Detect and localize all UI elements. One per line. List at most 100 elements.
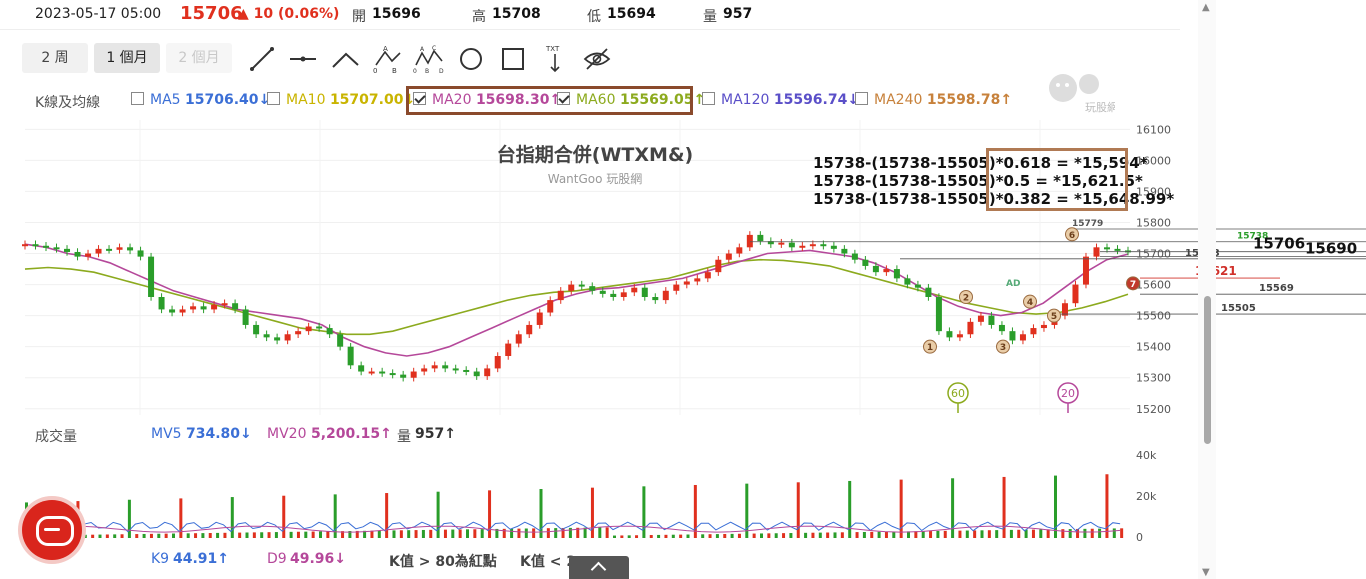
angle-tool-icon[interactable] — [328, 43, 362, 75]
scrollbar[interactable] — [1198, 0, 1216, 579]
mv5-name: MV5 — [151, 426, 182, 442]
ma10-toggle[interactable]: MA10 15707.00↓ — [267, 92, 415, 108]
candle-body — [263, 334, 270, 338]
volume-bar — [201, 533, 205, 538]
volume-bar — [1083, 528, 1087, 538]
volume-bar — [510, 528, 514, 538]
chat-button[interactable] — [22, 500, 82, 560]
volume-bar — [304, 531, 308, 538]
abcd-glyph-c: C — [432, 45, 436, 52]
volume-bar — [524, 528, 528, 538]
volume-bar — [613, 535, 616, 538]
candle-body — [820, 244, 827, 247]
candle-body — [200, 306, 207, 310]
ma10-checkbox[interactable] — [267, 92, 280, 105]
ma240-toggle[interactable]: MA240 15598.78↑ — [855, 92, 1012, 108]
candle-body — [337, 334, 344, 347]
circle-tool-icon[interactable] — [454, 43, 488, 75]
volume-bar — [260, 532, 264, 538]
horizontal-levels: 1577915738157061569015683156211556915505 — [750, 219, 1366, 315]
volume-bar — [958, 530, 962, 538]
candle-body — [830, 245, 837, 249]
candle-body — [442, 365, 449, 369]
volume-bar — [1098, 528, 1102, 538]
volume-bar — [1061, 529, 1065, 538]
volume-bar — [987, 530, 991, 538]
text-tool-icon[interactable]: TXT — [538, 43, 572, 75]
low-label: 低 — [587, 9, 601, 25]
ma240-checkbox[interactable] — [855, 92, 868, 105]
volume-bar — [686, 534, 690, 538]
line-tool-icon[interactable] — [244, 43, 278, 75]
volume-bar — [407, 530, 411, 538]
scrollbar-thumb[interactable] — [1204, 296, 1211, 444]
volume-bar — [436, 491, 440, 538]
price-change: ▲ 10 (0.06%) — [238, 6, 340, 22]
candle-body — [484, 368, 491, 377]
ma120-toggle[interactable]: MA120 15596.74↓ — [702, 92, 859, 108]
period-2m-button[interactable]: 2 個月 — [166, 43, 232, 73]
candle-body — [1103, 247, 1110, 250]
vol-value: 957↑ — [415, 426, 456, 442]
period-2w-button[interactable]: 2 周 — [22, 43, 88, 73]
abcd-pattern-tool-icon[interactable]: A C 0 B D — [412, 43, 446, 75]
open-label: 開 — [352, 9, 366, 25]
volume-bar — [627, 535, 631, 538]
abcd-glyph-0: 0 — [413, 68, 417, 75]
hide-drawings-icon[interactable] — [580, 43, 614, 75]
scroll-to-top-button[interactable] — [569, 556, 629, 579]
candle-body — [872, 265, 879, 273]
horizontal-line-tool-icon[interactable] — [286, 43, 320, 75]
abc-pattern-tool-icon[interactable]: A 0 B — [370, 43, 404, 75]
candle-body — [935, 297, 942, 332]
volume-bar — [296, 531, 300, 538]
level-label: 15505 — [1221, 303, 1256, 314]
volume-bar — [884, 531, 888, 538]
volume-legend: 成交量 MV5 734.80↓ MV20 5,200.15↑ 量 957↑ — [0, 426, 1180, 445]
volume-tick-label: 20k — [1136, 490, 1157, 503]
candle-body — [305, 326, 312, 332]
candle-body — [977, 315, 984, 322]
volume-bar — [936, 530, 940, 538]
rectangle-tool-icon[interactable] — [496, 43, 530, 75]
candle-body — [578, 284, 585, 287]
candle-body — [715, 259, 722, 273]
scroll-down-arrow-icon[interactable]: ▼ — [1202, 567, 1210, 578]
candle-body — [694, 278, 701, 282]
volume-bar — [1068, 529, 1072, 538]
candle-body — [904, 278, 911, 285]
volume-bar — [760, 533, 763, 538]
ma120-name: MA120 — [721, 92, 770, 108]
candle-body — [914, 284, 921, 288]
k9-name: K9 — [151, 551, 170, 567]
level-label: 15690 — [1305, 240, 1357, 258]
volume-bar — [877, 531, 881, 538]
ma5-checkbox[interactable] — [131, 92, 144, 105]
volume-bar — [995, 530, 999, 538]
volume-bar — [598, 527, 602, 538]
volume-bar — [546, 528, 550, 538]
ma5-toggle[interactable]: MA5 15706.40↓ — [131, 92, 270, 108]
candlestick-chart[interactable]: 1610016000159001580015700156001550015400… — [0, 115, 1366, 560]
chart-title: 台指期合併(WTXM&) — [497, 143, 693, 166]
kd-note-oversold: K值 < 2 — [520, 554, 577, 570]
volume-tick-label: 0 — [1136, 531, 1143, 544]
volume-bar — [804, 532, 808, 538]
period-1m-button[interactable]: 1 個月 — [94, 43, 160, 73]
volume-bar — [943, 530, 947, 538]
volume-bar — [326, 531, 330, 538]
volume-bar — [1112, 528, 1116, 538]
candle-body — [1114, 248, 1121, 251]
mv20-name: MV20 — [267, 426, 307, 442]
candle-body — [1019, 334, 1026, 341]
ma120-checkbox[interactable] — [702, 92, 715, 105]
volume-bar — [473, 529, 477, 538]
volume-axis-ticks: 40k 20k 0 — [1136, 449, 1157, 544]
volume-bar — [443, 529, 447, 538]
candle-body — [505, 343, 512, 356]
volume-bar — [1039, 529, 1043, 538]
text-tool-glyph: TXT — [545, 45, 560, 53]
y-tick-label: 15500 — [1136, 310, 1171, 323]
scroll-up-arrow-icon[interactable]: ▲ — [1202, 2, 1210, 13]
candle-body — [841, 248, 848, 254]
